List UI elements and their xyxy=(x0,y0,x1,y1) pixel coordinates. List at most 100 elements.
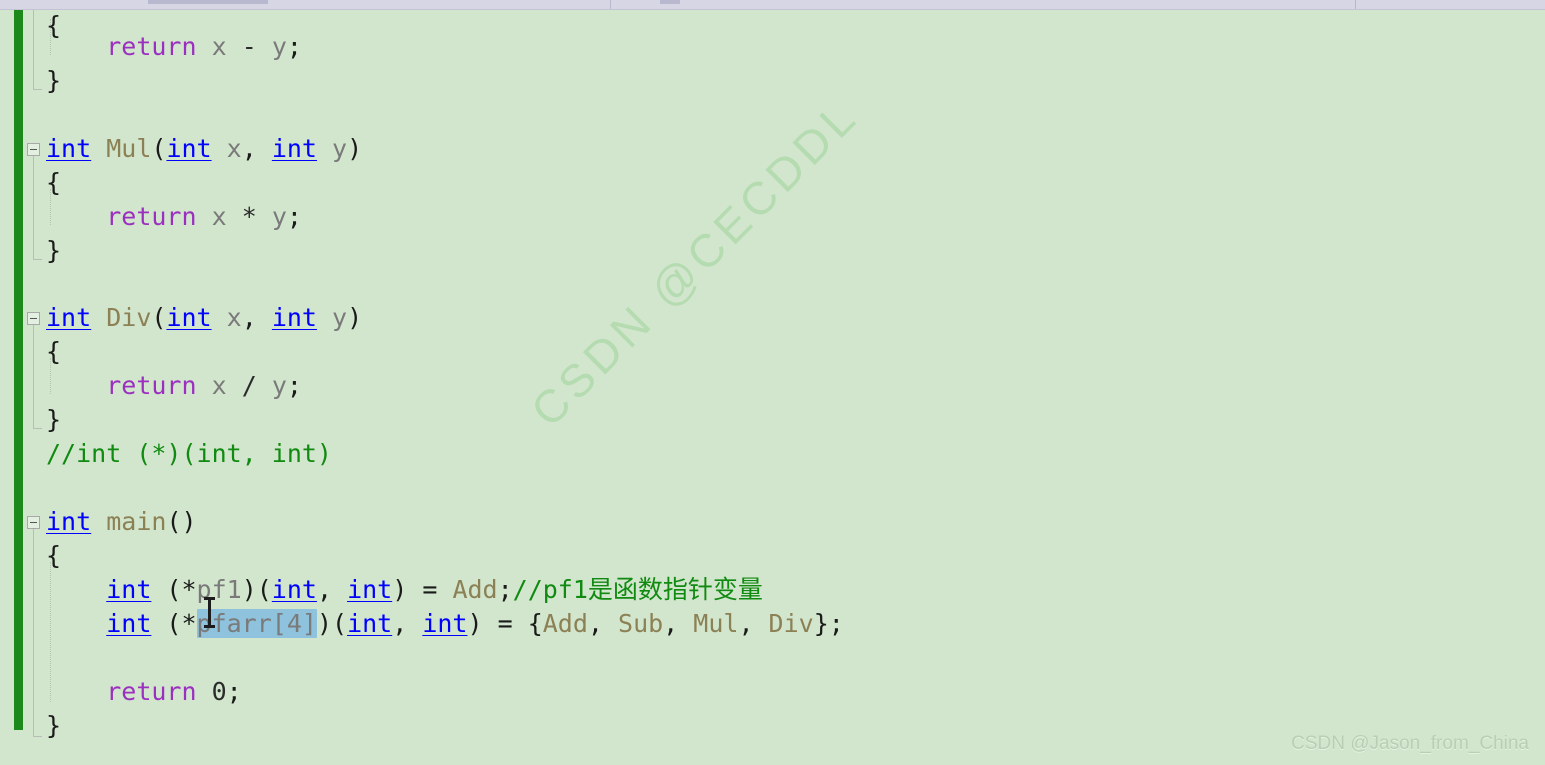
code-line-text: return x - y; xyxy=(46,30,302,64)
code-line[interactable]: return x * y; xyxy=(0,200,1545,234)
code-token: )( xyxy=(316,609,348,638)
code-token: } xyxy=(46,711,62,740)
code-token: } xyxy=(46,236,62,265)
code-token: return xyxy=(106,202,197,231)
code-line[interactable]: int main() xyxy=(0,505,1545,539)
code-token: x xyxy=(226,303,242,332)
code-line-text: int main() xyxy=(46,505,197,539)
code-line[interactable]: int Div(int x, int y) xyxy=(0,301,1545,335)
code-line-text: //int (*)(int, int) xyxy=(46,437,332,471)
code-line[interactable]: { xyxy=(0,335,1545,369)
code-token: , xyxy=(587,609,619,638)
code-token: { xyxy=(46,337,62,366)
code-line[interactable] xyxy=(0,98,1545,132)
code-token: * xyxy=(241,202,257,231)
code-line[interactable]: { xyxy=(0,539,1545,573)
code-line-text: } xyxy=(46,709,61,743)
fold-collapse-icon[interactable] xyxy=(27,143,40,156)
code-token: int xyxy=(46,507,92,536)
code-line-text: return 0; xyxy=(46,675,242,709)
code-token: //int (*)(int, int) xyxy=(46,439,332,468)
code-token: y xyxy=(271,202,287,231)
code-token: Mul xyxy=(693,609,739,638)
code-line[interactable] xyxy=(0,641,1545,675)
code-token: ( xyxy=(151,303,167,332)
code-token: , xyxy=(316,575,348,604)
code-token: (* xyxy=(151,609,197,638)
code-line[interactable]: } xyxy=(0,403,1545,437)
code-token: int xyxy=(106,609,152,638)
code-line-text: { xyxy=(46,335,61,369)
code-token: return xyxy=(106,32,197,61)
code-token: int xyxy=(347,575,393,604)
code-line[interactable]: return x - y; xyxy=(0,30,1545,64)
code-line-text: int Div(int x, int y) xyxy=(46,301,362,335)
code-token: x xyxy=(226,134,242,163)
code-line-text: } xyxy=(46,403,61,437)
code-token: } xyxy=(46,66,62,95)
code-line[interactable]: int (*pf1)(int, int) = Add;//pf1是函数指针变量 xyxy=(0,573,1545,607)
code-line[interactable]: int (*pfarr[4])(int, int) = {Add, Sub, M… xyxy=(0,607,1545,641)
code-token: //pf1是函数指针变量 xyxy=(512,575,763,604)
code-line-text: return x * y; xyxy=(46,200,302,234)
code-line-text: } xyxy=(46,64,61,98)
code-line[interactable]: return x / y; xyxy=(0,369,1545,403)
code-token: Mul xyxy=(106,134,152,163)
code-token: 0 xyxy=(211,677,227,706)
code-token: int xyxy=(106,575,152,604)
code-token: { xyxy=(46,168,62,197)
code-line[interactable]: //int (*)(int, int) xyxy=(0,437,1545,471)
code-token: () xyxy=(166,507,197,536)
code-token: int xyxy=(46,303,92,332)
code-line[interactable]: } xyxy=(0,64,1545,98)
code-editor-screenshot: CSDN @CECDDL { return x - y;} int Mul(int… xyxy=(0,0,1545,765)
code-line-text: int (*pf1)(int, int) = Add;//pf1是函数指针变量 xyxy=(46,573,763,607)
code-token: y xyxy=(271,371,287,400)
code-line[interactable]: } xyxy=(0,709,1545,743)
code-token: x xyxy=(211,371,227,400)
code-line[interactable] xyxy=(0,268,1545,302)
code-token: ) = { xyxy=(467,609,543,638)
fold-collapse-icon[interactable] xyxy=(27,312,40,325)
chrome-tick xyxy=(148,0,268,4)
code-token: Div xyxy=(768,609,814,638)
code-token: , xyxy=(241,134,272,163)
code-line[interactable]: return 0; xyxy=(0,675,1545,709)
code-token: , xyxy=(241,303,272,332)
code-token: int xyxy=(271,303,317,332)
code-token: y xyxy=(332,303,348,332)
code-line[interactable]: int Mul(int x, int y) xyxy=(0,132,1545,166)
code-token: y xyxy=(271,32,287,61)
code-line[interactable] xyxy=(0,471,1545,505)
code-line[interactable]: } xyxy=(0,234,1545,268)
saved-change-indicator-bar xyxy=(14,9,23,730)
code-token: Add xyxy=(452,575,498,604)
code-token: }; xyxy=(813,609,844,638)
code-token: Add xyxy=(542,609,588,638)
code-token: ; xyxy=(286,32,302,61)
code-token: x xyxy=(211,202,227,231)
code-token: ( xyxy=(151,134,167,163)
code-token: Div xyxy=(106,303,152,332)
code-token: ) xyxy=(347,134,363,163)
code-line[interactable]: { xyxy=(0,166,1545,200)
code-token: y xyxy=(332,134,348,163)
window-chrome-strip xyxy=(0,0,1545,10)
code-token: ) xyxy=(347,303,363,332)
editor-canvas[interactable]: CSDN @CECDDL { return x - y;} int Mul(int… xyxy=(0,9,1545,765)
fold-collapse-icon[interactable] xyxy=(27,516,40,529)
code-token: / xyxy=(241,371,257,400)
code-token: - xyxy=(241,32,257,61)
code-token: } xyxy=(46,405,62,434)
